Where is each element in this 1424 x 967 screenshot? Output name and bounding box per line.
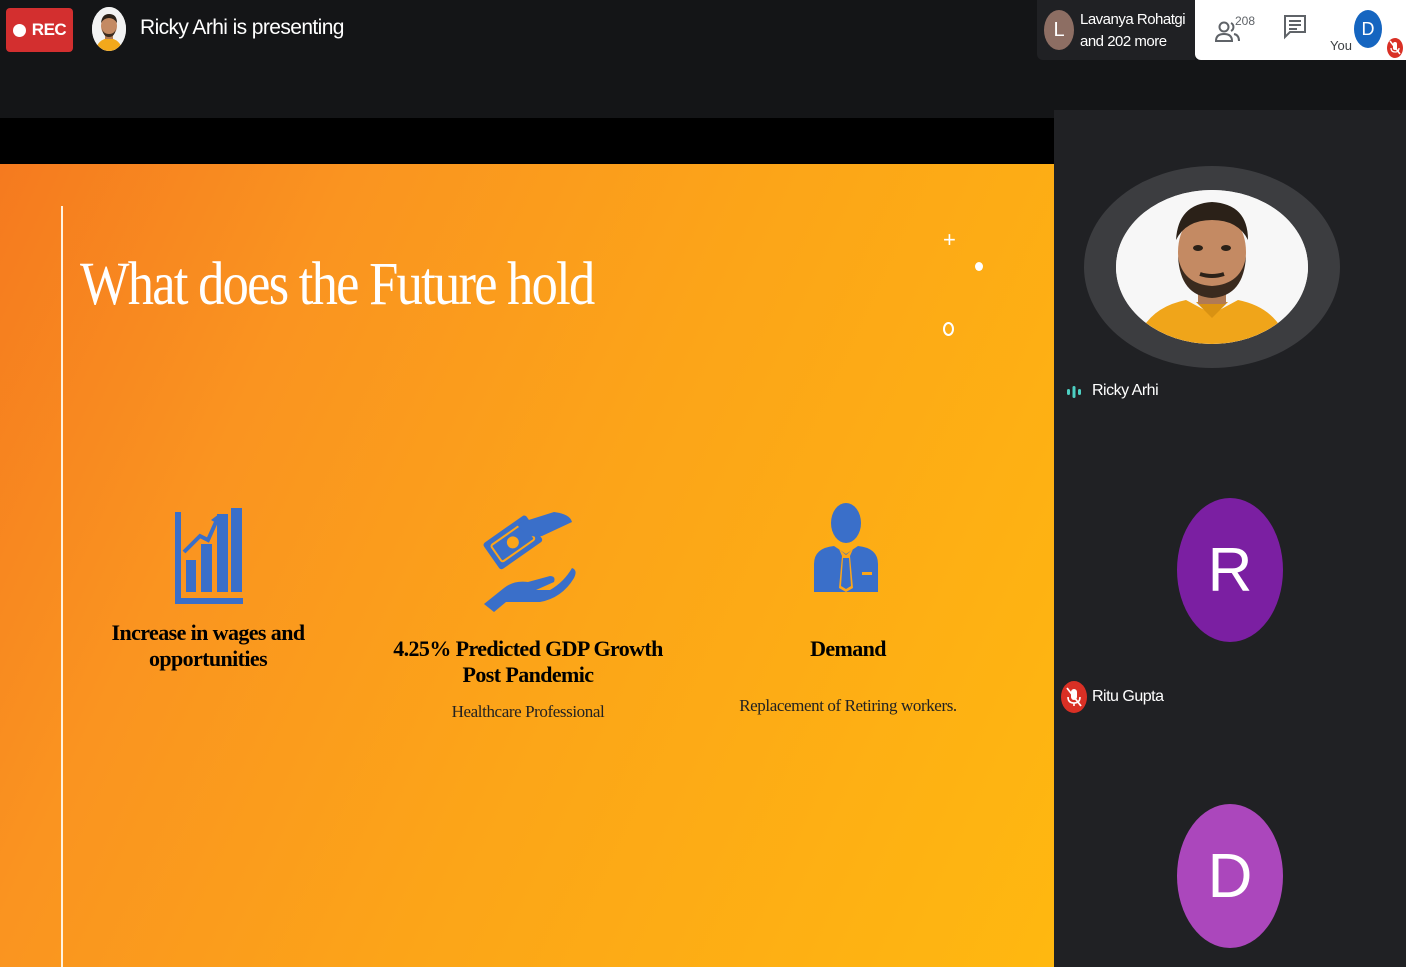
participant-avatar[interactable]: R — [1177, 498, 1283, 642]
summary-line-2: and 202 more — [1080, 33, 1167, 50]
feature-gdp: 4.25% Predicted GDP Growth Post Pandemic… — [378, 636, 678, 722]
presentation-slide: What does the Future hold + Increase in … — [0, 164, 1054, 967]
slide-letterbox — [0, 118, 1054, 164]
self-label: You — [1330, 38, 1352, 53]
rec-label: REC — [31, 20, 67, 39]
self-avatar[interactable]: D — [1354, 10, 1382, 48]
chat-button[interactable] — [1283, 14, 1309, 44]
speaking-indicator-icon — [1067, 386, 1081, 398]
sparkle-dot-icon — [975, 262, 983, 271]
chat-icon — [1284, 15, 1306, 40]
feature-heading-line: Increase in wages and — [111, 620, 306, 645]
window-edge — [1406, 0, 1424, 967]
feature-wages: Increase in wages and opportunities — [90, 620, 326, 672]
participants-summary-text: Lavanya Rohatgi and 202 more — [1080, 9, 1186, 53]
people-count: 208 — [1235, 14, 1256, 28]
feature-heading: Demand — [810, 636, 886, 661]
people-button[interactable]: 208 — [1213, 12, 1263, 46]
feature-heading-line: opportunities — [148, 646, 268, 671]
feature-heading: Increase in wages and opportunities — [90, 620, 326, 672]
top-controls: 208 D You — [1195, 0, 1406, 60]
feature-heading-line: Post Pandemic — [462, 662, 595, 687]
feature-subtext: Replacement of Retiring workers. — [739, 696, 957, 715]
mic-off-icon — [1387, 38, 1403, 58]
participants-panel: Ricky Arhi R Ritu Gupta D — [1054, 110, 1406, 967]
participant-video — [1116, 190, 1308, 344]
feature-demand: Demand Replacement of Retiring workers. — [698, 636, 998, 716]
feature-heading: 4.25% Predicted GDP Growth Post Pandemic — [378, 636, 678, 688]
speaker-tile[interactable] — [1084, 166, 1340, 368]
participant-name: Ritu Gupta — [1092, 688, 1164, 705]
mic-off-icon — [1061, 681, 1087, 713]
money-hand-icon — [480, 506, 576, 617]
summary-line-1: Lavanya Rohatgi — [1080, 11, 1186, 28]
sparkle-ring-icon — [943, 322, 954, 336]
slide-vertical-rule — [61, 206, 63, 967]
participant-name: Ricky Arhi — [1092, 382, 1159, 399]
feature-heading-line: 4.25% Predicted GDP Growth — [393, 636, 663, 661]
record-dot-icon — [12, 23, 26, 37]
businessman-icon — [812, 502, 880, 601]
participants-summary[interactable]: L Lavanya Rohatgi and 202 more — [1037, 0, 1195, 60]
presenting-status: Ricky Arhi is presenting — [140, 16, 344, 39]
recording-indicator: REC — [6, 8, 73, 52]
sparkle-plus-icon: + — [943, 227, 956, 252]
presenter-avatar — [92, 7, 126, 51]
feature-subtext: Healthcare Professional — [451, 702, 605, 721]
bar-chart-growth-icon — [170, 508, 246, 613]
meeting-top-bar: REC Ricky Arhi is presenting L Lavanya R… — [0, 0, 1424, 118]
participant-avatar: L — [1044, 10, 1074, 50]
slide-title: What does the Future hold — [80, 251, 595, 318]
participant-avatar[interactable]: D — [1177, 804, 1283, 948]
